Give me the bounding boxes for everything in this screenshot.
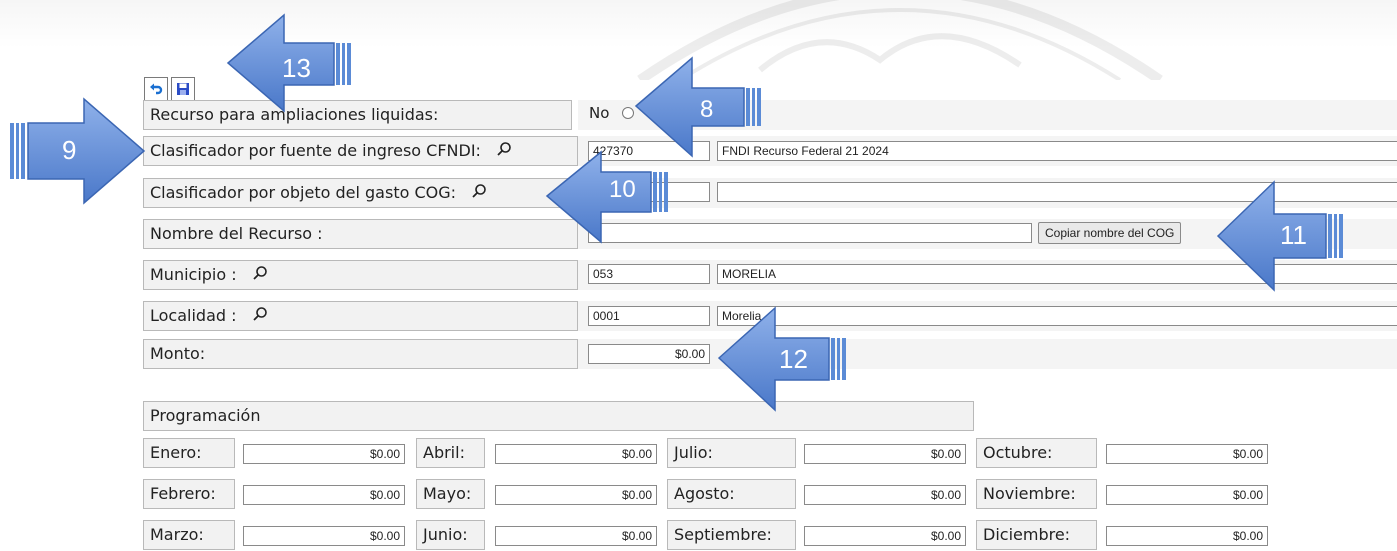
- month-input[interactable]: $0.00: [1106, 485, 1268, 505]
- cog-desc-input[interactable]: [717, 182, 1397, 202]
- cog-label-text: Clasificador por objeto del gasto COG:: [150, 183, 457, 202]
- ampliaciones-label-text: Recurso para ampliaciones liquidas:: [150, 105, 439, 124]
- cog-label: Clasificador por objeto del gasto COG:: [143, 178, 578, 208]
- ampliaciones-no-label: No: [589, 104, 610, 122]
- month-label: Noviembre:: [976, 479, 1097, 509]
- cog-code-input[interactable]: [588, 182, 710, 202]
- cfndi-search-icon[interactable]: [496, 138, 512, 166]
- callout-13-number: 13: [282, 53, 311, 83]
- programacion-header: Programación: [143, 401, 974, 431]
- municipio-label: Municipio :: [143, 260, 578, 290]
- header-strip: [0, 0, 1397, 48]
- month-label: Mayo:: [416, 479, 485, 509]
- month-label-text: Abril:: [423, 443, 465, 462]
- ampliaciones-label: Recurso para ampliaciones liquidas:: [143, 100, 572, 130]
- monto-input[interactable]: $0.00: [588, 344, 710, 364]
- month-label-text: Noviembre:: [983, 484, 1076, 503]
- row-bg: [578, 100, 1397, 130]
- localidad-desc-input[interactable]: Morelia: [717, 306, 1397, 326]
- month-label: Julio:: [667, 438, 796, 468]
- nombre-input[interactable]: [588, 223, 1032, 243]
- month-label: Octubre:: [976, 438, 1097, 468]
- month-label: Junio:: [416, 520, 485, 550]
- month-label-text: Agosto:: [674, 484, 735, 503]
- month-input[interactable]: $0.00: [495, 485, 657, 505]
- nombre-label-text: Nombre del Recurso :: [150, 224, 323, 243]
- month-label-text: Septiembre:: [674, 525, 772, 544]
- month-label-text: Febrero:: [150, 484, 216, 503]
- localidad-search-icon[interactable]: [252, 303, 268, 331]
- month-input[interactable]: $0.00: [804, 444, 966, 464]
- month-input[interactable]: $0.00: [804, 526, 966, 546]
- undo-icon: [150, 83, 163, 95]
- localidad-code-input[interactable]: 0001: [588, 306, 710, 326]
- month-label-text: Diciembre:: [983, 525, 1071, 544]
- cfndi-label: Clasificador por fuente de ingreso CFNDI…: [143, 136, 578, 166]
- cfndi-code-input[interactable]: 427370: [588, 141, 710, 161]
- monto-label: Monto:: [143, 339, 578, 369]
- programacion-title: Programación: [150, 406, 261, 425]
- localidad-label-text: Localidad :: [150, 306, 237, 325]
- month-input[interactable]: $0.00: [243, 526, 405, 546]
- month-label: Diciembre:: [976, 520, 1097, 550]
- municipio-desc-input[interactable]: MORELIA: [717, 264, 1397, 284]
- cfndi-desc-input[interactable]: FNDI Recurso Federal 21 2024: [717, 141, 1397, 161]
- month-label-text: Mayo:: [423, 484, 472, 503]
- undo-button[interactable]: [144, 77, 168, 101]
- month-label-text: Enero:: [150, 443, 202, 462]
- month-label: Abril:: [416, 438, 485, 468]
- month-label: Septiembre:: [667, 520, 796, 550]
- month-label: Febrero:: [143, 479, 235, 509]
- nombre-label: Nombre del Recurso :: [143, 219, 578, 249]
- save-icon: [177, 83, 189, 95]
- municipio-label-text: Municipio :: [150, 265, 237, 284]
- month-input[interactable]: $0.00: [1106, 526, 1268, 546]
- callout-9-number: 9: [62, 135, 77, 165]
- municipio-search-icon[interactable]: [252, 262, 268, 290]
- month-input[interactable]: $0.00: [495, 444, 657, 464]
- ampliaciones-no-radio[interactable]: [622, 107, 634, 119]
- month-label: Agosto:: [667, 479, 796, 509]
- month-label-text: Octubre:: [983, 443, 1053, 462]
- month-label-text: Julio:: [674, 443, 713, 462]
- month-input[interactable]: $0.00: [243, 444, 405, 464]
- copiar-cog-button[interactable]: Copiar nombre del COG: [1038, 222, 1182, 244]
- cfndi-label-text: Clasificador por fuente de ingreso CFNDI…: [150, 141, 481, 160]
- callout-arrow-9: 9: [8, 97, 150, 207]
- municipio-code-input[interactable]: 053: [588, 264, 710, 284]
- month-label-text: Marzo:: [150, 525, 204, 544]
- month-label: Enero:: [143, 438, 235, 468]
- save-button[interactable]: [171, 77, 195, 101]
- monto-label-text: Monto:: [150, 344, 206, 363]
- month-input[interactable]: $0.00: [1106, 444, 1268, 464]
- month-label: Marzo:: [143, 520, 235, 550]
- month-label-text: Junio:: [423, 525, 468, 544]
- month-input[interactable]: $0.00: [243, 485, 405, 505]
- localidad-label: Localidad :: [143, 301, 578, 331]
- month-input[interactable]: $0.00: [804, 485, 966, 505]
- month-input[interactable]: $0.00: [495, 526, 657, 546]
- cog-search-icon[interactable]: [471, 180, 487, 208]
